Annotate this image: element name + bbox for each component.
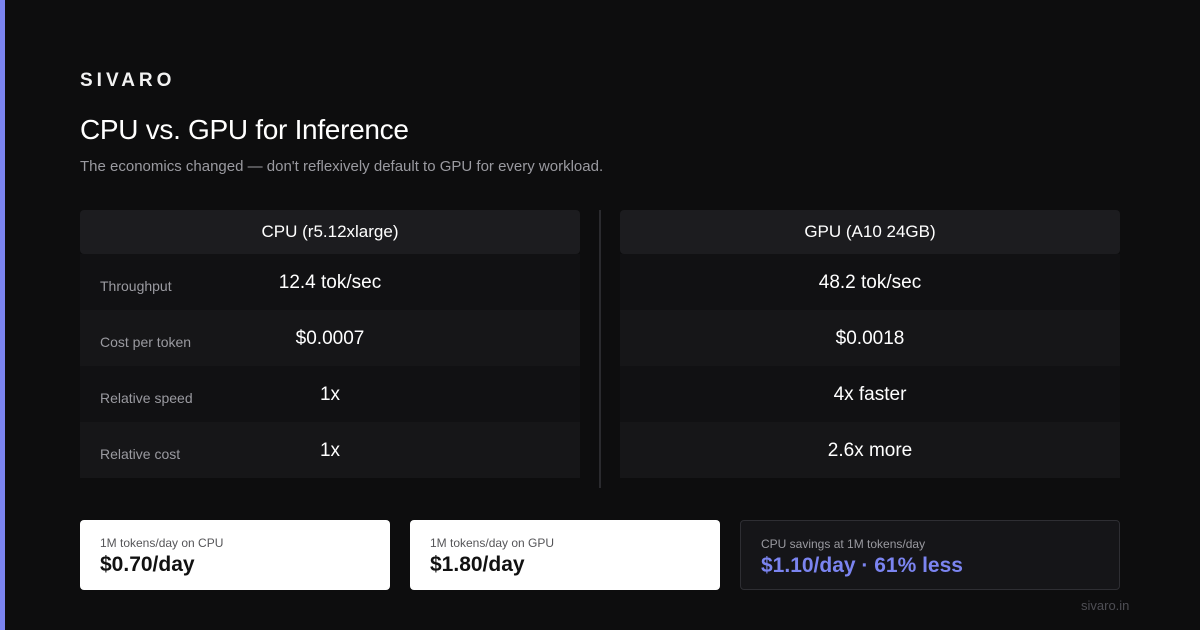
gpu-row-throughput: 48.2 tok/sec <box>620 254 1120 310</box>
gpu-relative-cost-value: 2.6x more <box>827 440 913 461</box>
column-divider <box>599 210 601 488</box>
cpu-relative-cost-value: 1x <box>319 440 341 461</box>
gpu-daily-cost-value: $1.80/day <box>430 553 525 576</box>
cpu-row-relative-speed: Relative speed 1x <box>80 366 580 422</box>
savings-card: CPU savings at 1M tokens/day $1.10/day ·… <box>740 520 1120 590</box>
gpu-row-cost-per-token: $0.0018 <box>620 310 1120 366</box>
gpu-daily-cost-label: 1M tokens/day on GPU <box>430 536 555 550</box>
cpu-throughput-value: 12.4 tok/sec <box>278 272 382 293</box>
page-title: CPU vs. GPU for Inference <box>80 114 409 145</box>
gpu-column: GPU (A10 24GB) 48.2 tok/sec $0.0018 4x f… <box>620 210 1120 478</box>
gpu-cost-per-token-value: $0.0018 <box>835 328 905 349</box>
footer-url: sivaro.in <box>1081 598 1130 613</box>
gpu-relative-speed-value: 4x faster <box>833 384 907 405</box>
row-label-cost-per-token: Cost per token <box>100 334 192 350</box>
cpu-row-cost-per-token: Cost per token $0.0007 <box>80 310 580 366</box>
cpu-row-relative-cost: Relative cost 1x <box>80 422 580 478</box>
gpu-row-relative-cost: 2.6x more <box>620 422 1120 478</box>
gpu-column-header: GPU (A10 24GB) <box>620 210 1120 254</box>
row-label-throughput: Throughput <box>100 278 172 294</box>
gpu-daily-cost-card: 1M tokens/day on GPU $1.80/day <box>410 520 720 590</box>
row-label-relative-cost: Relative cost <box>100 446 181 462</box>
gpu-row-relative-speed: 4x faster <box>620 366 1120 422</box>
cpu-row-throughput: Throughput 12.4 tok/sec <box>80 254 580 310</box>
page-subtitle: The economics changed — don't reflexivel… <box>80 158 604 175</box>
cpu-daily-cost-card: 1M tokens/day on CPU $0.70/day <box>80 520 390 590</box>
cpu-relative-speed-value: 1x <box>319 384 341 405</box>
row-label-relative-speed: Relative speed <box>100 390 193 406</box>
savings-label: CPU savings at 1M tokens/day <box>761 537 926 551</box>
cpu-daily-cost-label: 1M tokens/day on CPU <box>100 536 224 550</box>
savings-value: $1.10/day · 61% less <box>761 554 963 577</box>
brand-logo: SIVARO <box>80 70 176 91</box>
cpu-cost-per-token-value: $0.0007 <box>295 328 365 349</box>
accent-bar <box>0 0 5 630</box>
cpu-column: CPU (r5.12xlarge) Throughput 12.4 tok/se… <box>80 210 580 478</box>
gpu-throughput-value: 48.2 tok/sec <box>818 272 922 293</box>
cpu-daily-cost-value: $0.70/day <box>100 553 195 576</box>
cpu-column-header: CPU (r5.12xlarge) <box>80 210 580 254</box>
